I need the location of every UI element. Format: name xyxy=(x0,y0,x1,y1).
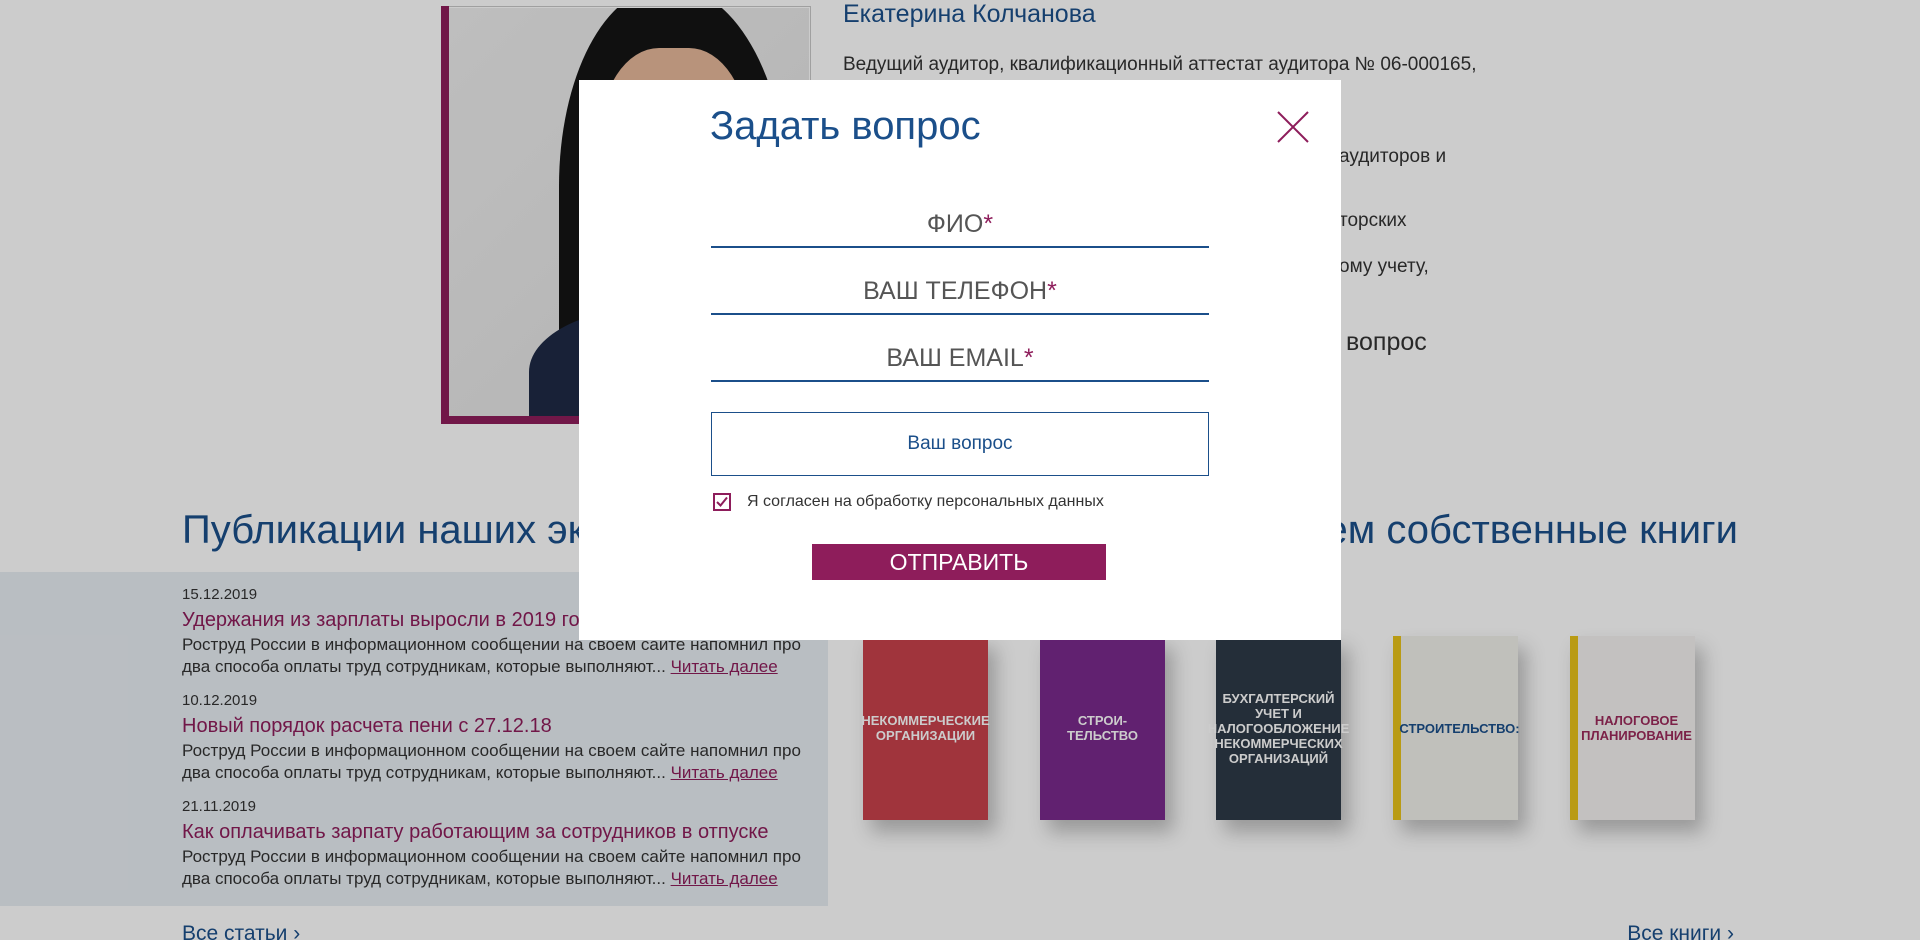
question-placeholder: Ваш вопрос xyxy=(907,433,1013,454)
consent-label: Я согласен на обработку персональных дан… xyxy=(747,493,1104,510)
required-mark: * xyxy=(1047,277,1057,305)
consent-row: Я согласен на обработку персональных дан… xyxy=(713,493,1104,511)
required-mark: * xyxy=(983,210,994,238)
consent-checkbox[interactable] xyxy=(713,493,731,511)
fio-field[interactable]: ФИО* xyxy=(711,204,1209,248)
phone-placeholder: ВАШ ТЕЛЕФОН xyxy=(863,277,1048,305)
email-field[interactable]: ВАШ EMAIL* xyxy=(711,338,1209,382)
checkmark-icon xyxy=(716,496,728,507)
modal-title: Задать вопрос xyxy=(710,104,981,148)
required-mark: * xyxy=(1023,344,1034,372)
fio-placeholder: ФИО xyxy=(926,210,984,238)
question-textarea[interactable]: Ваш вопрос xyxy=(711,412,1209,476)
page: Екатерина Колчанова Ведущий аудитор, ква… xyxy=(0,0,1920,945)
email-placeholder: ВАШ EMAIL xyxy=(886,344,1024,372)
close-icon[interactable] xyxy=(1275,109,1311,145)
phone-field[interactable]: ВАШ ТЕЛЕФОН* xyxy=(711,271,1209,315)
submit-button[interactable]: ОТПРАВИТЬ xyxy=(812,544,1106,580)
ask-question-modal: Задать вопрос ФИО* ВАШ ТЕЛЕФОН* ВАШ EMAI… xyxy=(579,80,1341,640)
